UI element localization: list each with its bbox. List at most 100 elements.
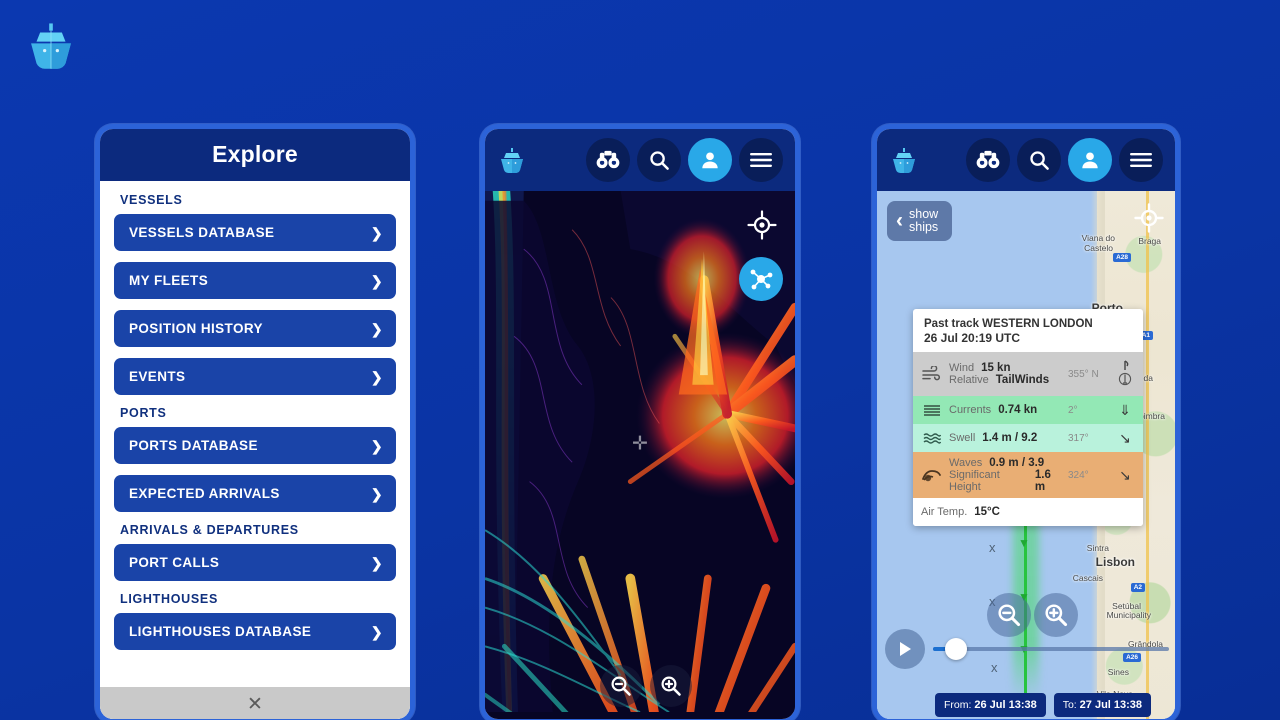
- sidebar-item-expected-arrivals[interactable]: EXPECTED ARRIVALS ❯: [114, 475, 396, 512]
- menu-group-arrivals-departures: ARRIVALS & DEPARTURES PORT CALLS ❯: [114, 523, 396, 581]
- weather-row-swell: Swell 1.4 m / 9.2 317° ↘: [913, 424, 1143, 452]
- weather-row-currents: Currents 0.74 kn 2° ⇓: [913, 396, 1143, 424]
- weather-title-line2: 26 Jul 20:19 UTC: [924, 331, 1021, 345]
- map-center-crosshair-icon: ✛: [632, 433, 648, 455]
- menu-group-title: LIGHTHOUSES: [120, 592, 218, 606]
- network-cluster-icon[interactable]: [739, 257, 783, 301]
- gps-crosshair-icon[interactable]: [744, 207, 780, 243]
- app-navbar: [877, 129, 1175, 191]
- waves-value: 0.9 m / 3.9: [989, 457, 1045, 469]
- sidebar-item-lighthouses-database[interactable]: LIGHTHOUSES DATABASE ❯: [114, 613, 396, 650]
- search-icon[interactable]: [1017, 138, 1061, 182]
- swell-icon: [921, 432, 943, 444]
- wind-barb-icon: x: [989, 540, 996, 555]
- date-to-value: 27 Jul 13:38: [1079, 699, 1143, 711]
- wind-direction: 355° N: [1068, 368, 1099, 380]
- menu-item-label: LIGHTHOUSES DATABASE: [129, 624, 312, 639]
- wind-relative-label: Relative: [949, 374, 989, 386]
- menu-item-label: PORTS DATABASE: [129, 438, 258, 453]
- chevron-right-icon: ❯: [370, 437, 383, 454]
- weather-title-line1: Past track WESTERN LONDON: [924, 318, 1093, 330]
- weather-popup-card: Past track WESTERN LONDON 26 Jul 20:19 U…: [913, 309, 1143, 526]
- waves-label: Waves: [949, 457, 983, 469]
- sidebar-item-port-calls[interactable]: PORT CALLS ❯: [114, 544, 396, 581]
- explore-footer-bar: ✕: [100, 687, 410, 719]
- chevron-left-icon: ‹: [896, 208, 903, 232]
- weather-row-currents-body: Currents 0.74 kn: [949, 404, 1062, 416]
- search-icon[interactable]: [637, 138, 681, 182]
- menu-group-title: VESSELS: [120, 193, 183, 207]
- menu-item-label: POSITION HISTORY: [129, 321, 263, 336]
- swell-direction: 317°: [1068, 432, 1089, 444]
- air-temp-value: 15°C: [974, 506, 1000, 518]
- explore-screen: Explore VESSELS VESSELS DATABASE ❯ MY FL…: [100, 129, 410, 719]
- time-slider-knob[interactable]: [945, 638, 967, 660]
- sidebar-item-my-fleets[interactable]: MY FLEETS ❯: [114, 262, 396, 299]
- menu-icon[interactable]: [1119, 138, 1163, 182]
- explore-menu-list: VESSELS VESSELS DATABASE ❯ MY FLEETS ❯ P…: [100, 181, 410, 719]
- chevron-right-icon: ❯: [370, 554, 383, 571]
- date-from-label: From:: [944, 699, 972, 711]
- past-track-map[interactable]: Viana do Castelo Braga Porto Aveiro Ague…: [877, 191, 1175, 719]
- currents-direction: 2°: [1068, 404, 1078, 416]
- time-slider[interactable]: [933, 638, 1169, 660]
- app-navbar: [485, 129, 795, 191]
- weather-card-title: Past track WESTERN LONDON 26 Jul 20:19 U…: [913, 309, 1143, 352]
- chevron-right-icon: ❯: [370, 623, 383, 640]
- date-from-chip[interactable]: From: 26 Jul 13:38: [935, 693, 1046, 717]
- significant-height-label: Significant Height: [949, 469, 1000, 493]
- map-zoom-in-button[interactable]: [650, 665, 692, 707]
- menu-item-label: VESSELS DATABASE: [129, 225, 275, 240]
- menu-group-ports: PORTS PORTS DATABASE ❯ EXPECTED ARRIVALS…: [114, 406, 396, 512]
- menu-item-label: MY FLEETS: [129, 273, 209, 288]
- phone-density-map: ✛: [480, 124, 800, 720]
- weather-row-waves: Waves 0.9 m / 3.9 Significant Height 1.6…: [913, 452, 1143, 498]
- play-button[interactable]: [885, 629, 925, 669]
- menu-item-label: EVENTS: [129, 369, 186, 384]
- sidebar-item-vessels-database[interactable]: VESSELS DATABASE ❯: [114, 214, 396, 251]
- chevron-right-icon: ❯: [370, 224, 383, 241]
- gps-crosshair-icon[interactable]: [1132, 201, 1166, 235]
- map-zoom-out-button[interactable]: [600, 665, 642, 707]
- chevron-right-icon: ❯: [370, 272, 383, 289]
- wind-direction-arrow-icon: [1116, 359, 1134, 390]
- menu-group-vessels: VESSELS VESSELS DATABASE ❯ MY FLEETS ❯ P…: [114, 193, 396, 395]
- sidebar-item-events[interactable]: EVENTS ❯: [114, 358, 396, 395]
- menu-item-label: PORT CALLS: [129, 555, 220, 570]
- air-temp-label: Air Temp.: [921, 506, 968, 518]
- density-screen: ✛: [485, 129, 795, 719]
- vessel-density-heatmap[interactable]: ✛: [485, 191, 795, 719]
- menu-icon[interactable]: [739, 138, 783, 182]
- ship-logo-icon: [22, 18, 80, 76]
- timeline-controls: [877, 627, 1175, 671]
- wind-label: Wind: [949, 362, 975, 374]
- show-ships-back-button[interactable]: ‹ show ships: [887, 201, 953, 242]
- waves-direction-arrow-icon: ↘: [1119, 466, 1131, 483]
- weather-row-waves-body: Waves 0.9 m / 3.9 Significant Height 1.6…: [949, 457, 1062, 493]
- account-icon[interactable]: [1068, 138, 1112, 182]
- sidebar-item-ports-database[interactable]: PORTS DATABASE ❯: [114, 427, 396, 464]
- weather-row-wind-body: Wind 15 kn Relative TailWinds: [949, 362, 1062, 386]
- date-to-chip[interactable]: To: 27 Jul 13:38: [1053, 693, 1152, 717]
- sidebar-item-position-history[interactable]: POSITION HISTORY ❯: [114, 310, 396, 347]
- currents-direction-arrow-icon: ⇓: [1119, 401, 1131, 418]
- account-icon[interactable]: [688, 138, 732, 182]
- weather-row-wind: Wind 15 kn Relative TailWinds 355° N: [913, 352, 1143, 396]
- weather-row-air-temp-body: Air Temp. 15°C: [921, 506, 1134, 518]
- date-range-chips: From: 26 Jul 13:38 To: 27 Jul 13:38: [877, 693, 1175, 717]
- showcase-stage: Explore VESSELS VESSELS DATABASE ❯ MY FL…: [0, 0, 1280, 720]
- menu-item-label: EXPECTED ARRIVALS: [129, 486, 280, 501]
- waves-icon: [921, 467, 943, 483]
- swell-value: 1.4 m / 9.2: [982, 432, 1038, 444]
- ship-logo-icon[interactable]: [887, 145, 921, 175]
- page-title: Explore: [100, 129, 410, 181]
- highway-shield: A2: [1130, 583, 1145, 592]
- track-direction-arrow-icon: ▼: [1018, 536, 1030, 550]
- date-to-label: To:: [1062, 699, 1077, 711]
- ship-logo-icon[interactable]: [495, 145, 529, 175]
- close-x-icon[interactable]: ✕: [247, 695, 263, 714]
- wind-value: 15 kn: [981, 362, 1011, 374]
- binoculars-icon[interactable]: [966, 138, 1010, 182]
- binoculars-icon[interactable]: [586, 138, 630, 182]
- wind-relative-value: TailWinds: [995, 374, 1050, 386]
